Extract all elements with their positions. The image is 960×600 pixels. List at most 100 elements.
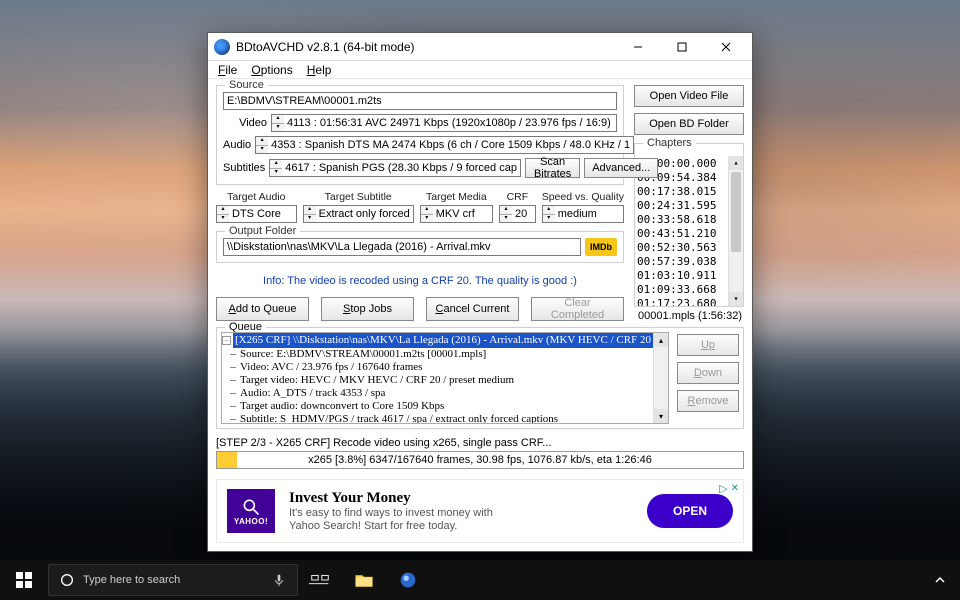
scroll-thumb[interactable] [731, 172, 741, 252]
audio-spinner[interactable]: ▴▾ [255, 136, 268, 154]
video-spinner[interactable]: ▴▾ [271, 114, 284, 132]
taskbar-search[interactable]: Type here to search [48, 564, 298, 596]
close-button[interactable] [704, 33, 748, 61]
chapter-item[interactable]: 01:09:33.668 [637, 283, 741, 297]
scroll-up-icon[interactable]: ▴ [729, 156, 743, 170]
target-subtitle-label: Target Subtitle [303, 191, 414, 203]
minimize-button[interactable] [616, 33, 660, 61]
crf-spinner[interactable]: ▴▾ [499, 205, 512, 223]
progress-fill [217, 452, 237, 468]
crf-input[interactable]: 20 [512, 205, 536, 223]
chapter-item[interactable]: 00:43:51.210 [637, 227, 741, 241]
speed-input[interactable]: medium [555, 205, 624, 223]
add-to-queue-button[interactable]: Add to Queue [216, 297, 309, 321]
scroll-down-icon[interactable]: ▾ [654, 409, 668, 423]
chapter-item[interactable]: 00:57:39.038 [637, 255, 741, 269]
video-label: Video [223, 117, 267, 129]
menu-options[interactable]: Options [245, 62, 298, 78]
cortana-circle-icon [59, 572, 75, 588]
open-bd-folder-button[interactable]: Open BD Folder [634, 113, 744, 135]
tray-overflow-button[interactable] [926, 560, 954, 600]
target-media-label: Target Media [420, 191, 493, 203]
open-video-file-button[interactable]: Open Video File [634, 85, 744, 107]
target-subtitle-spinner[interactable]: ▴▾ [303, 205, 316, 223]
crf-label: CRF [499, 191, 536, 203]
app-icon [214, 39, 230, 55]
app-window: BDtoAVCHD v2.8.1 (64-bit mode) File Opti… [207, 32, 753, 552]
menu-help[interactable]: Help [301, 62, 338, 78]
target-media-input[interactable]: MKV crf [433, 205, 493, 223]
queue-node[interactable]: Subtitle: S_HDMV/PGS / track 4617 / spa … [222, 413, 668, 424]
ad-headline: Invest Your Money [289, 490, 519, 507]
queue-down-button[interactable]: Down [677, 362, 739, 384]
chapter-item[interactable]: 00:24:31.595 [637, 199, 741, 213]
queue-node[interactable]: Video: AVC / 23.976 fps / 167640 frames [222, 361, 668, 374]
audio-track-input[interactable]: 4353 : Spanish DTS MA 2474 Kbps (6 ch / … [268, 136, 634, 154]
ad-subtext: It's easy to find ways to invest money w… [289, 507, 519, 533]
start-button[interactable] [0, 560, 48, 600]
queue-up-button[interactable]: Up [677, 334, 739, 356]
queue-node[interactable]: Target video: HEVC / MKV HEVC / CRF 20 /… [222, 374, 668, 387]
target-audio-label: Target Audio [216, 191, 297, 203]
queue-node[interactable]: Audio: A_DTS / track 4353 / spa [222, 387, 668, 400]
scroll-up-icon[interactable]: ▴ [654, 333, 668, 347]
queue-node[interactable]: Source: E:\BDMV\STREAM\00001.m2ts [00001… [222, 348, 668, 361]
scan-bitrates-button[interactable]: Scan Bitrates [525, 158, 580, 178]
source-path-input[interactable]: E:\BDMV\STREAM\00001.m2ts [223, 92, 617, 110]
queue-remove-button[interactable]: Remove [677, 390, 739, 412]
chapter-item[interactable]: 00:17:38.015 [637, 185, 741, 199]
queue-tree[interactable]: − [X265 CRF] \\Diskstation\nas\MKV\La Ll… [221, 332, 669, 424]
queue-scrollbar[interactable]: ▴ ▾ [653, 333, 668, 423]
progress-bar: x265 [3.8%] 6347/167640 frames, 30.98 fp… [216, 451, 744, 469]
chapter-item[interactable]: 00:52:30.563 [637, 241, 741, 255]
tree-collapse-icon[interactable]: − [222, 336, 231, 345]
output-path-input[interactable]: \\Diskstation\nas\MKV\La Llegada (2016) … [223, 238, 581, 256]
cancel-current-button[interactable]: Cancel Current [426, 297, 519, 321]
subtitles-track-input[interactable]: 4617 : Spanish PGS (28.30 Kbps / 9 force… [282, 159, 521, 177]
chapter-item[interactable]: 01:03:10.911 [637, 269, 741, 283]
chapters-scrollbar[interactable]: ▴ ▾ [728, 156, 743, 306]
mic-icon[interactable] [271, 572, 287, 588]
clear-completed-button[interactable]: Clear Completed [531, 297, 624, 321]
subtitles-spinner[interactable]: ▴▾ [269, 159, 282, 177]
chapter-item[interactable]: 00:33:58.618 [637, 213, 741, 227]
output-group: Output Folder \\Diskstation\nas\MKV\La L… [216, 231, 624, 263]
source-group: Source E:\BDMV\STREAM\00001.m2ts Video ▴… [216, 85, 624, 185]
chapters-legend: Chapters [643, 137, 696, 149]
windows-logo-icon [16, 572, 32, 588]
window-title: BDtoAVCHD v2.8.1 (64-bit mode) [236, 40, 415, 54]
yahoo-logo[interactable]: YAHOO! [227, 489, 275, 533]
scroll-down-icon[interactable]: ▾ [729, 292, 743, 306]
ad-close-icon[interactable]: ✕ [731, 483, 739, 494]
progress-text: x265 [3.8%] 6347/167640 frames, 30.98 fp… [308, 454, 652, 466]
taskbar: Type here to search [0, 560, 960, 600]
speed-spinner[interactable]: ▴▾ [542, 205, 555, 223]
queue-node[interactable]: Target audio: downconvert to Core 1509 K… [222, 400, 668, 413]
output-legend: Output Folder [225, 225, 300, 237]
imdb-button[interactable]: IMDb [585, 238, 617, 256]
speed-quality-label: Speed vs. Quality [542, 191, 624, 203]
target-audio-input[interactable]: DTS Core [229, 205, 297, 223]
file-explorer-taskbar-icon[interactable] [342, 560, 386, 600]
ad-open-button[interactable]: OPEN [647, 494, 733, 528]
queue-group: Queue − [X265 CRF] \\Diskstation\nas\MKV… [216, 327, 744, 429]
adchoices-icon[interactable]: ▷ [719, 482, 727, 495]
target-media-spinner[interactable]: ▴▾ [420, 205, 433, 223]
chapter-item[interactable]: 01:17:23.680 [637, 297, 741, 306]
queue-item-header[interactable]: [X265 CRF] \\Diskstation\nas\MKV\La Lleg… [233, 333, 668, 348]
maximize-button[interactable] [660, 33, 704, 61]
app-taskbar-icon[interactable] [386, 560, 430, 600]
source-legend: Source [225, 79, 268, 91]
advanced-button[interactable]: Advanced... [584, 158, 658, 178]
titlebar[interactable]: BDtoAVCHD v2.8.1 (64-bit mode) [208, 33, 752, 61]
chapters-list[interactable]: 00:00:00.00000:09:54.38400:17:38.01500:2… [635, 156, 743, 306]
target-audio-spinner[interactable]: ▴▾ [216, 205, 229, 223]
menubar: File Options Help [208, 61, 752, 79]
ad-banner: ▷ ✕ YAHOO! Invest Your Money It's easy t… [216, 479, 744, 543]
stop-jobs-button[interactable]: Stop Jobs [321, 297, 414, 321]
video-track-input[interactable]: 4113 : 01:56:31 AVC 24971 Kbps (1920x108… [284, 114, 617, 132]
progress-step-label: [STEP 2/3 - X265 CRF] Recode video using… [216, 437, 744, 449]
target-subtitle-input[interactable]: Extract only forced [316, 205, 414, 223]
task-view-button[interactable] [298, 560, 342, 600]
menu-file[interactable]: File [212, 62, 243, 78]
